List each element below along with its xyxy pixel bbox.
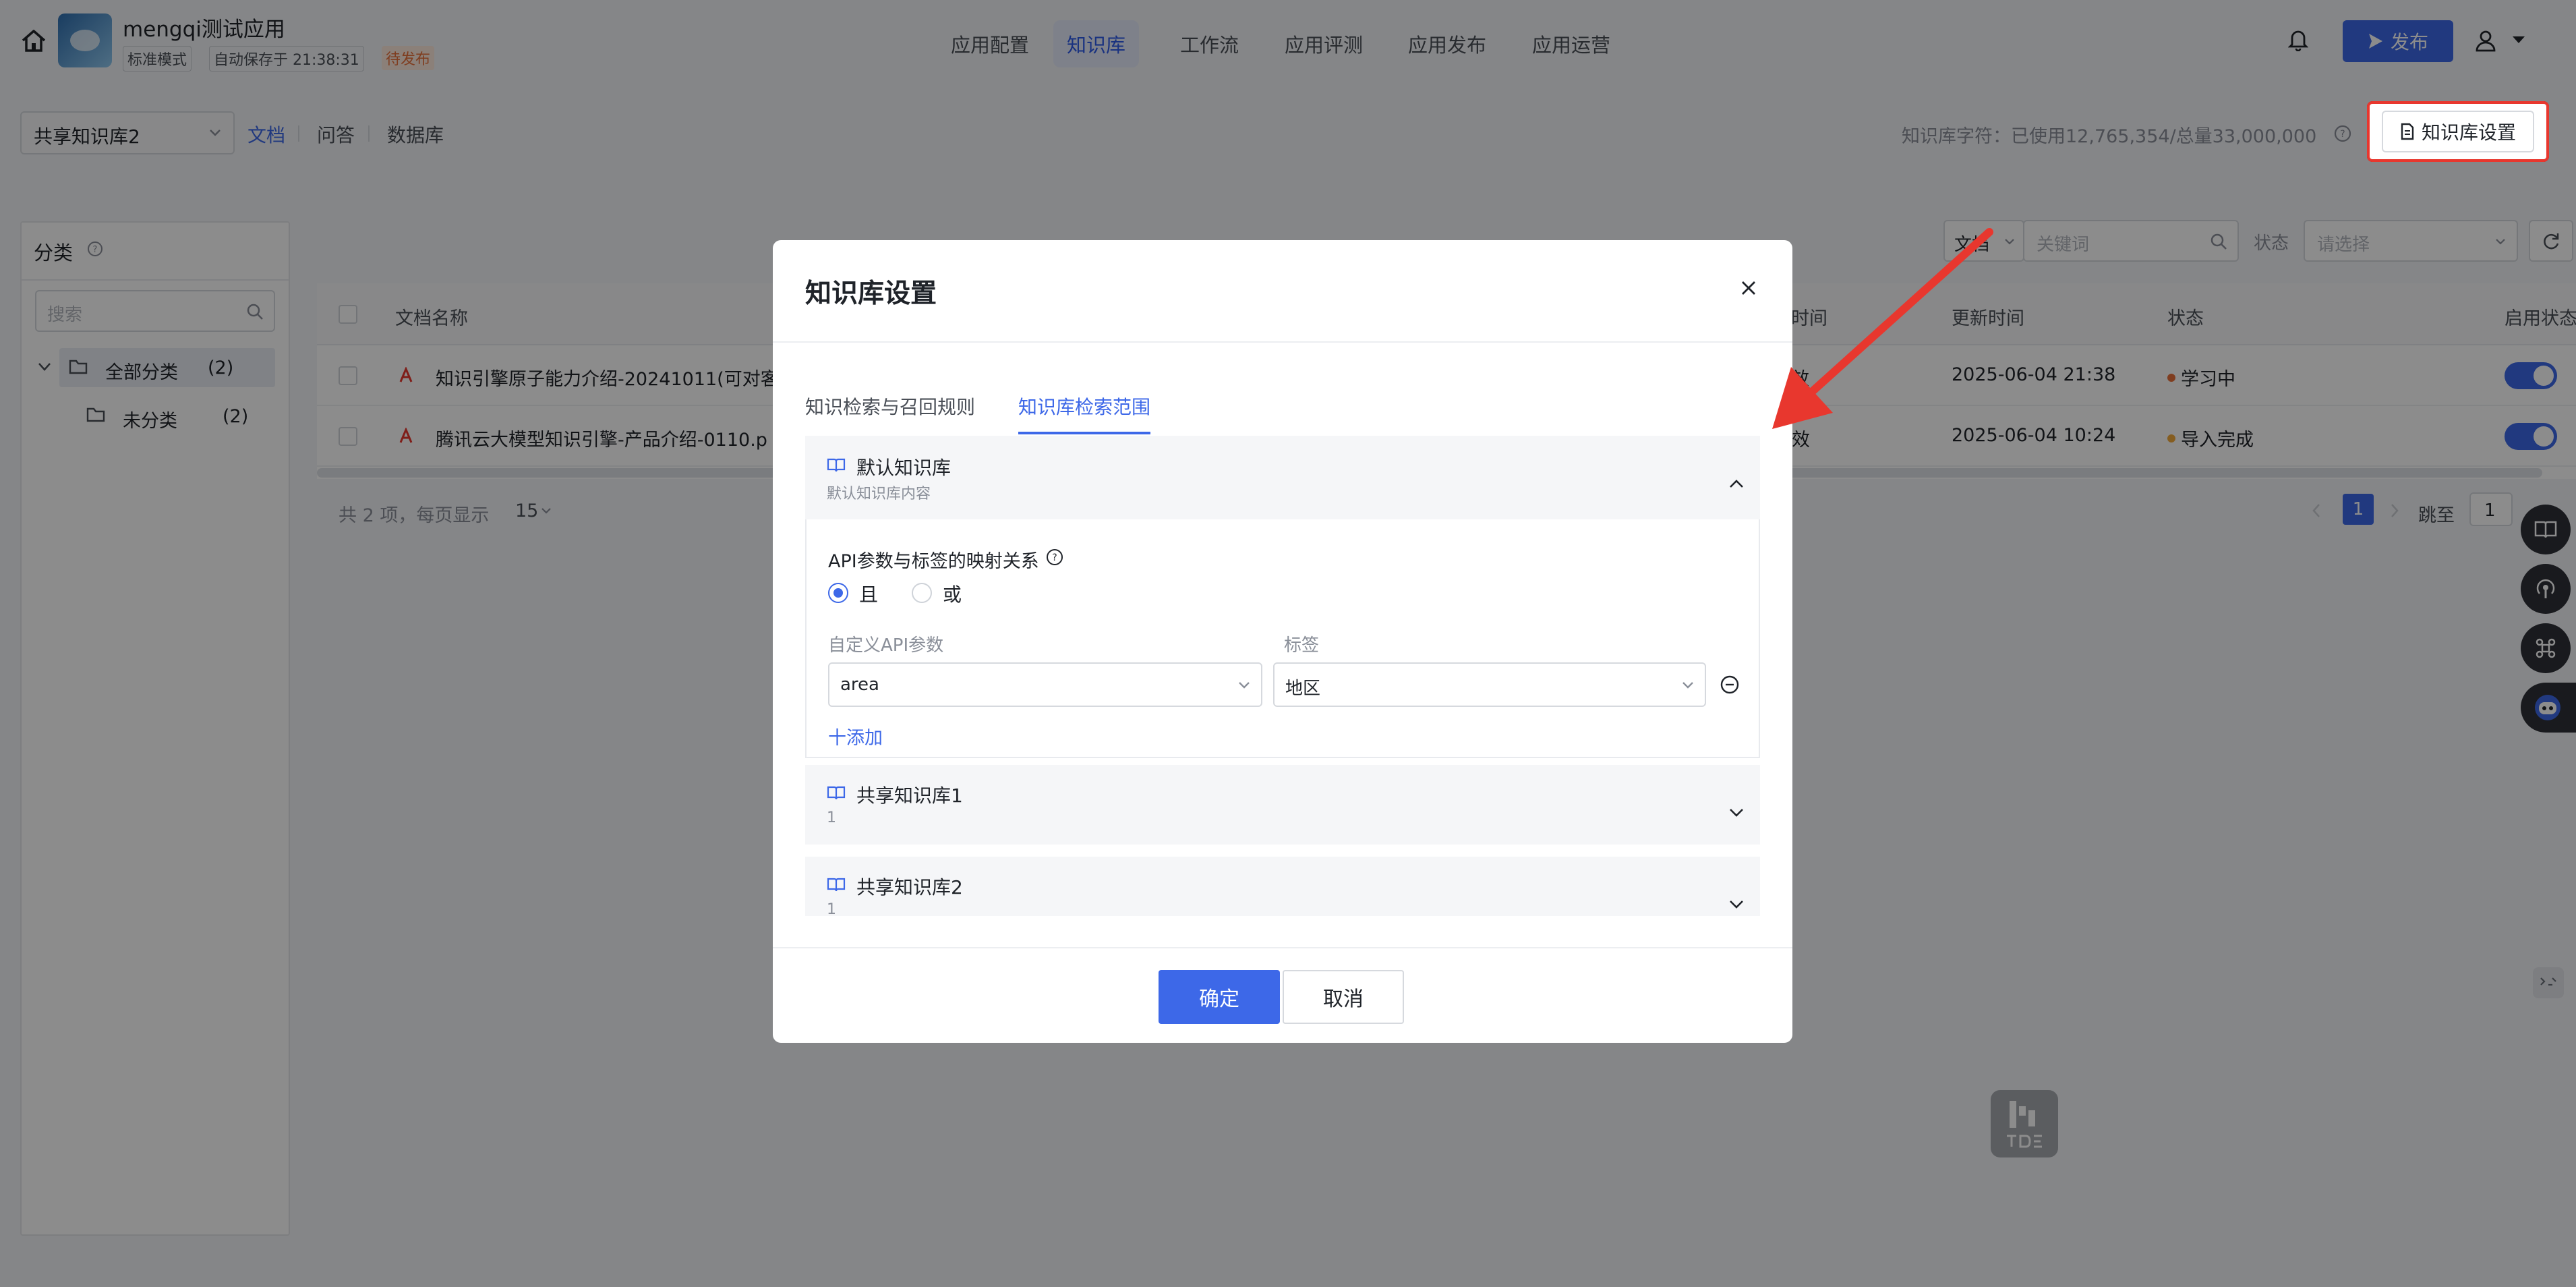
shared-kb-panel-header[interactable]: 共享知识库1 1 <box>805 765 1760 845</box>
svg-text:?: ? <box>1052 552 1057 563</box>
radio-and-label: 且 <box>859 583 879 606</box>
column-label-tag: 标签 <box>1284 635 1320 656</box>
cancel-button[interactable]: 取消 <box>1283 970 1404 1024</box>
chevron-down-icon <box>1239 682 1250 689</box>
dialog-footer-divider <box>773 947 1792 948</box>
shared-kb-name: 共享知识库2 <box>856 876 963 898</box>
chevron-down-icon <box>1682 682 1693 689</box>
chevron-down-icon[interactable] <box>1729 900 1744 909</box>
shared-kb-name: 共享知识库1 <box>856 784 963 807</box>
cancel-label: 取消 <box>1323 988 1364 1011</box>
default-kb-desc: 默认知识库内容 <box>827 486 931 503</box>
dialog-header-divider <box>773 341 1792 343</box>
book-icon <box>827 458 846 472</box>
kb-settings-dialog: 知识库设置 知识检索与召回规则 知识库检索范围 默认知识库 默认知识库内容 AP… <box>773 240 1792 1043</box>
active-tab-underline <box>1018 432 1150 434</box>
tag-value: 地区 <box>1285 679 1321 699</box>
book-icon <box>827 786 846 800</box>
kb-settings-label: 知识库设置 <box>2421 121 2516 144</box>
scope-scroll-area[interactable]: 默认知识库 默认知识库内容 API参数与标签的映射关系 ? 且 或 自定义API… <box>805 436 1760 916</box>
close-icon[interactable] <box>1740 279 1757 297</box>
api-param-select[interactable]: area <box>828 662 1262 707</box>
tag-select[interactable]: 地区 <box>1273 662 1706 707</box>
chevron-down-icon[interactable] <box>1729 808 1744 818</box>
default-kb-name: 默认知识库 <box>856 457 952 479</box>
document-icon <box>2401 123 2414 140</box>
tab-retrieval-rules[interactable]: 知识检索与召回规则 <box>805 393 975 420</box>
default-kb-panel-body: API参数与标签的映射关系 ? 且 或 自定义API参数 标签 area 地区 <box>805 519 1760 758</box>
confirm-label: 确定 <box>1199 988 1239 1011</box>
remove-circle-icon[interactable] <box>1720 675 1740 695</box>
shared-kb-desc: 1 <box>827 901 836 916</box>
radio-and[interactable] <box>828 583 848 603</box>
default-kb-panel-header[interactable]: 默认知识库 默认知识库内容 <box>805 436 1760 519</box>
chevron-up-icon[interactable] <box>1729 479 1744 488</box>
dialog-title: 知识库设置 <box>805 279 937 309</box>
confirm-button[interactable]: 确定 <box>1159 970 1280 1024</box>
book-icon <box>827 878 846 892</box>
shared-kb-panel-header[interactable]: 共享知识库2 1 <box>805 857 1760 916</box>
help-circle-icon[interactable]: ? <box>1045 548 1064 567</box>
kb-settings-button-visible[interactable]: 知识库设置 <box>2382 111 2534 152</box>
radio-or-label: 或 <box>943 583 962 606</box>
radio-or[interactable] <box>912 583 932 603</box>
shared-kb-desc: 1 <box>827 809 836 826</box>
tab-retrieval-scope[interactable]: 知识库检索范围 <box>1018 393 1150 420</box>
kb-settings-highlight-overlay: 知识库设置 <box>2367 101 2549 162</box>
column-label-api: 自定义API参数 <box>828 635 944 656</box>
api-param-value: area <box>840 675 879 695</box>
mapping-title: API参数与标签的映射关系 <box>828 551 1039 572</box>
annotation-arrow <box>1772 228 1993 429</box>
add-mapping-link[interactable]: 十添加 <box>828 723 883 749</box>
